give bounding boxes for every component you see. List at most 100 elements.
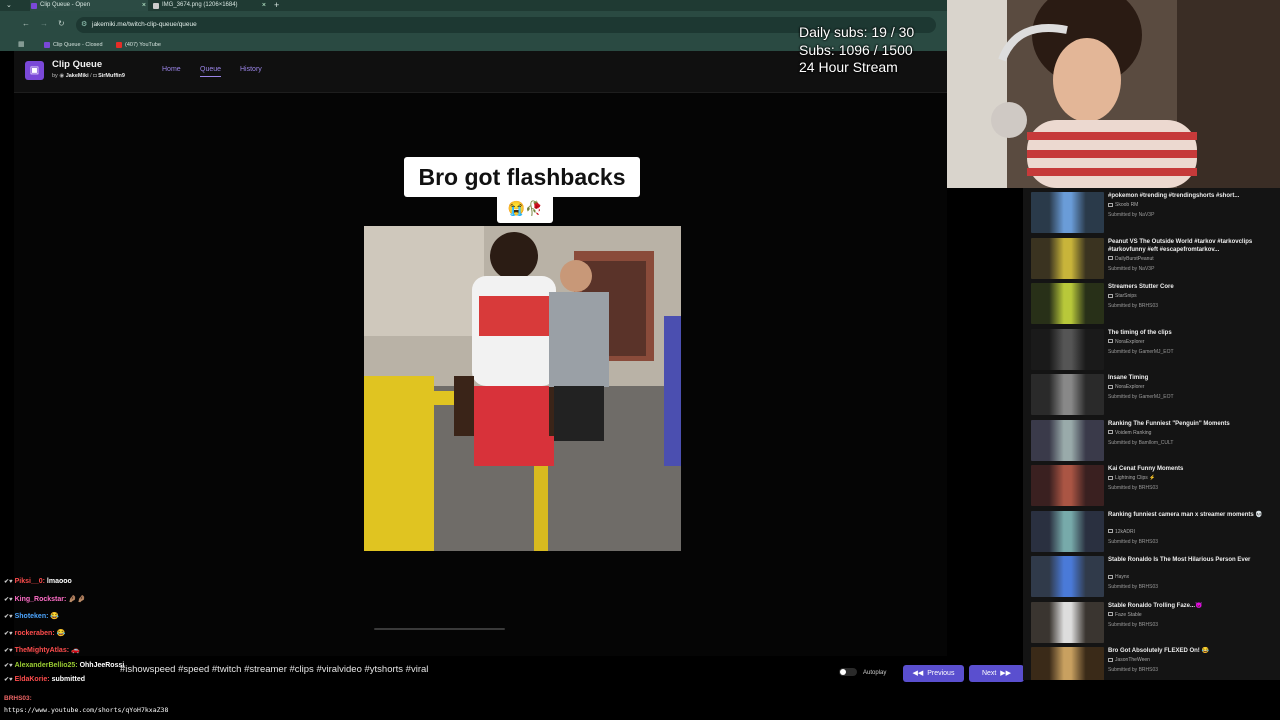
reload-icon[interactable]: ↻ (58, 19, 65, 28)
autoplay-label: Autoplay (863, 670, 887, 676)
chat-badge-icons: ✔♥ (4, 677, 13, 683)
autoplay-toggle[interactable]: Autoplay (839, 666, 886, 680)
channel-icon (1108, 657, 1113, 662)
next-icon: ▶▶ (1000, 670, 1012, 677)
queue-item-title: Streamers Stutter Core (1108, 284, 1174, 290)
back-arrow-icon[interactable]: ← (22, 19, 30, 28)
queue-item-submitter: Submitted by BRHS03 (1108, 584, 1159, 590)
nav-queue[interactable]: Queue (200, 66, 222, 77)
queue-item-submitter: Submitted by Bamllom_CULT (1108, 439, 1174, 446)
queue-item[interactable]: #pokemon #trending #trendingshorts #shor… (1031, 192, 1280, 234)
site-info-icon[interactable]: ⚙ (81, 17, 87, 33)
chat-message: submitted (51, 676, 86, 683)
subs-goal: Subs: 1096 / 1500 (799, 41, 913, 58)
chat-message: 🤌🏽🤌🏽 (68, 596, 86, 603)
clip-queue-favicon (44, 42, 50, 48)
chat-badge-icons: ✔♥ (4, 663, 13, 669)
close-tab-icon[interactable]: × (142, 0, 146, 11)
queue-item-channel: JasonTheWeen (1108, 657, 1150, 663)
queue-item-title: Peanut VS The Outside World #tarkov #tar… (1108, 238, 1253, 253)
tab-image[interactable]: IMG_3674.png (1206×1684) × (152, 0, 268, 11)
chat-message: 😂 (56, 630, 66, 637)
queue-item[interactable]: Stable Ronaldo Trolling Faze...😈 Faze Sta… (1031, 601, 1280, 644)
queue-item-thumbnail[interactable] (1031, 601, 1104, 643)
apps-grid-icon[interactable]: ▦ (18, 39, 25, 51)
queue-item-thumbnail[interactable] (1031, 419, 1104, 461)
queue-item-thumbnail[interactable] (1031, 328, 1104, 370)
queue-item-channel: Haynx (1108, 574, 1129, 580)
daily-subs-goal: Daily subs: 19 / 30 (799, 24, 915, 40)
queue-item-thumbnail[interactable] (1031, 374, 1104, 415)
video-progress-bar[interactable] (374, 628, 505, 630)
chat-badge-icons: ✔♥ (4, 579, 13, 585)
queue-item[interactable]: Streamers Stutter Core StarSnips Submitted… (1031, 283, 1280, 325)
tab-title: Clip Queue - Open (40, 2, 91, 8)
queue-item-title: Bro Got Absolutely FLEXED On! 😂 (1108, 648, 1209, 654)
queue-item[interactable]: Kai Cenat Funny Moments Lightning Clips ⚡… (1031, 465, 1280, 507)
chat-badge-icons: ✔♥ (4, 597, 13, 603)
chat-line: ✔♥ King_Rockstar: 🤌🏽🤌🏽 (4, 595, 86, 603)
queue-item-channel: DailyBurstPeanut (1108, 256, 1154, 262)
browser-tab-bar: ⌄ Clip Queue - Open × IMG_3674.png (1206… (0, 0, 947, 11)
clip-queue-list: #pokemon #trending #trendingshorts #shor… (1023, 188, 1280, 680)
queue-item[interactable]: Ranking The Funniest "Penguin" Moments Vo… (1031, 419, 1280, 462)
author-link[interactable]: JakeMiki (66, 73, 89, 79)
bookmark-label: Clip Queue - Closed (53, 42, 103, 48)
video-caption-emoji: 😭🥀 (497, 196, 553, 223)
queue-item[interactable]: Insane Timing NoraExplorer Submitted by Ga… (1031, 374, 1280, 416)
queue-item-thumbnail[interactable] (1031, 556, 1104, 597)
chat-username: Shoteken: (14, 613, 49, 620)
nav-history[interactable]: History (240, 66, 262, 73)
chat-message: 🚗 (71, 647, 80, 654)
queue-item-thumbnail[interactable] (1031, 283, 1104, 324)
queue-item-thumbnail[interactable] (1031, 192, 1104, 233)
queue-item-channel: Lightning Clips ⚡ (1108, 475, 1155, 481)
queue-item-submitter: Submitted by GamerMJ_EOT (1108, 348, 1174, 355)
video-frame (364, 226, 681, 551)
queue-item-thumbnail[interactable] (1031, 647, 1104, 680)
channel-icon (1108, 202, 1113, 207)
next-button[interactable]: Next ▶▶ (969, 665, 1024, 682)
bookmark-clip-queue[interactable]: Clip Queue - Closed (44, 39, 103, 51)
queue-item[interactable]: Bro Got Absolutely FLEXED On! 😂 JasonTheW… (1031, 647, 1280, 680)
nav-home[interactable]: Home (162, 66, 181, 73)
chat-message-url: https://www.youtube.com/shorts/qYoH7kxaZ… (4, 706, 169, 714)
queue-item-submitter: Submitted by NaV3P (1108, 265, 1155, 272)
chat-username: BRHS03: (4, 695, 32, 702)
queue-item[interactable]: The timing of the clips NoraExplorer Submi… (1031, 328, 1280, 371)
tab-list-icon[interactable]: ⌄ (6, 0, 12, 11)
channel-icon (1108, 430, 1113, 435)
chat-line: ✔♥ Shoteken: 😂 (4, 612, 59, 620)
queue-item-thumbnail[interactable] (1031, 510, 1104, 552)
author-link[interactable]: SirMuffin9 (98, 73, 125, 79)
queue-item-submitter: Submitted by BRHS03 (1108, 621, 1159, 628)
clip-queue-favicon (31, 3, 37, 9)
chat-username: AlexanderBellio25: (14, 662, 78, 669)
bookmark-youtube[interactable]: (407) YouTube (116, 39, 161, 51)
tab-clip-queue[interactable]: Clip Queue - Open × (30, 0, 148, 11)
channel-icon (1108, 293, 1113, 298)
stream-stats-overlay: Daily subs: 19 / 30 Subs: 1096 / 1500 24… (799, 24, 914, 77)
video-player[interactable] (364, 226, 681, 551)
queue-item-title: Ranking funniest camera man x streamer m… (1108, 511, 1263, 518)
close-tab-icon[interactable]: × (262, 0, 266, 11)
queue-item-thumbnail[interactable] (1031, 465, 1104, 506)
queue-item-title: Ranking The Funniest "Penguin" Moments (1108, 420, 1230, 427)
new-tab-button[interactable]: + (274, 0, 279, 11)
queue-item-submitter: Submitted by BRHS03 (1108, 538, 1159, 545)
clip-queue-logo-icon[interactable]: ▣ (25, 61, 44, 80)
queue-item[interactable]: Peanut VS The Outside World #tarkov #tar… (1031, 237, 1280, 280)
twitch-icon: ◘ (93, 73, 97, 79)
queue-item[interactable]: Ranking funniest camera man x streamer m… (1031, 510, 1280, 553)
queue-item[interactable]: Stable Ronaldo Is The Most Hilarious Per… (1031, 556, 1280, 598)
queue-item-title: Insane Timing (1108, 375, 1149, 381)
chat-username: King_Rockstar: (14, 596, 67, 603)
previous-button[interactable]: ◀◀ Previous (903, 665, 964, 682)
queue-item-submitter: Submitted by NaV3P (1108, 212, 1155, 218)
forward-arrow-icon[interactable]: → (40, 19, 48, 28)
toggle-switch[interactable] (839, 668, 857, 677)
queue-item-thumbnail[interactable] (1031, 237, 1104, 279)
queue-item-channel: StarSnips (1108, 293, 1137, 299)
chat-line: ✔♥ TheMightyAtlas: 🚗 (4, 646, 80, 654)
chat-badge-icons: ✔♥ (4, 631, 13, 637)
